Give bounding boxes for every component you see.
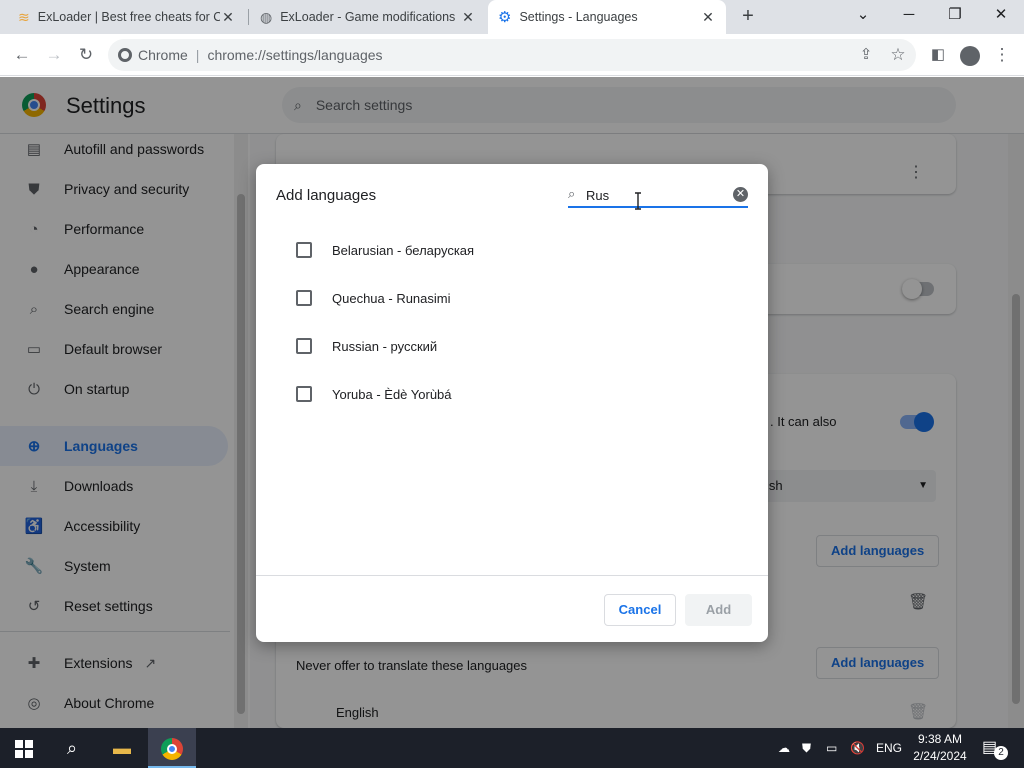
- file-explorer-icon[interactable]: ▬: [98, 728, 146, 768]
- notification-count-badge: 2: [994, 746, 1008, 760]
- language-option[interactable]: Quechua - Runasimi: [296, 286, 451, 310]
- tab-separator: [248, 9, 249, 25]
- language-option[interactable]: Belarusian - беларуская: [296, 238, 474, 262]
- tab-search-chevron-icon[interactable]: ⌄: [840, 0, 886, 30]
- language-option-label: Russian - русский: [332, 338, 438, 354]
- language-option-label: Belarusian - беларуская: [332, 242, 475, 258]
- side-panel-icon[interactable]: ◧: [924, 41, 952, 69]
- tab-title: ExLoader - Game modifications: [280, 10, 456, 24]
- reload-icon[interactable]: ↻: [72, 41, 100, 69]
- language-checkbox[interactable]: [296, 386, 312, 402]
- close-tab-icon[interactable]: ✕: [460, 9, 476, 26]
- windows-logo-icon: [15, 740, 33, 759]
- language-search-field: ⌕ ✕: [568, 184, 748, 208]
- text-cursor-icon: [635, 192, 641, 210]
- exloader-favicon-icon: ≋: [18, 8, 30, 25]
- display-icon[interactable]: ▭: [826, 728, 837, 768]
- language-checkbox[interactable]: [296, 338, 312, 354]
- share-icon[interactable]: ⇪: [852, 41, 880, 69]
- omnibox-url: chrome://settings/languages: [207, 47, 383, 63]
- taskbar-chrome-icon[interactable]: [148, 728, 196, 768]
- more-menu-icon[interactable]: ⋮: [988, 41, 1016, 69]
- dialog-title: Add languages: [276, 187, 377, 204]
- omnibox-divider: |: [195, 47, 200, 63]
- language-option[interactable]: Yoruba - Èdè Yorùbá: [296, 382, 452, 406]
- security-shield-icon[interactable]: ⛊: [802, 728, 811, 768]
- tab-exloader-cheats[interactable]: ≋ ExLoader | Best free cheats for CS ✕: [8, 0, 246, 34]
- input-language-indicator[interactable]: ENG: [876, 728, 902, 768]
- search-icon: ⌕: [568, 186, 576, 201]
- dialog-divider: [256, 575, 768, 576]
- new-tab-icon[interactable]: +: [736, 4, 760, 28]
- chrome-secure-icon: [118, 48, 132, 62]
- language-option-label: Yoruba - Èdè Yorùbá: [332, 386, 452, 402]
- tab-title: ExLoader | Best free cheats for CS: [37, 10, 220, 24]
- profile-avatar-icon[interactable]: [956, 41, 984, 69]
- minimize-icon[interactable]: ─: [886, 0, 932, 30]
- address-bar[interactable]: Chrome | chrome://settings/languages: [108, 39, 916, 71]
- tab-exloader-mods[interactable]: ◍ ExLoader - Game modifications ✕: [250, 0, 486, 34]
- language-option-label: Quechua - Runasimi: [332, 290, 451, 306]
- close-tab-icon[interactable]: ✕: [700, 9, 716, 26]
- forward-arrow-icon[interactable]: →: [40, 41, 68, 69]
- cancel-button[interactable]: Cancel: [604, 594, 676, 626]
- volume-muted-icon[interactable]: 🔇: [850, 728, 865, 768]
- close-tab-icon[interactable]: ✕: [220, 9, 236, 26]
- clock-date: 2/24/2024: [913, 749, 967, 763]
- omnibox-site-label: Chrome: [138, 47, 188, 63]
- taskbar-search-icon[interactable]: ⌕: [48, 728, 96, 768]
- add-languages-dialog: Add languages ⌕ ✕ Belarusian - беларуска…: [256, 164, 768, 642]
- language-checkbox[interactable]: [296, 242, 312, 258]
- add-button[interactable]: Add: [685, 594, 752, 626]
- back-arrow-icon[interactable]: ←: [8, 41, 36, 69]
- taskbar-clock[interactable]: 9:38 AM 2/24/2024: [906, 731, 974, 765]
- globe-favicon-icon: ◍: [260, 8, 273, 25]
- browser-toolbar: ← → ↻ Chrome | chrome://settings/languag…: [0, 34, 1024, 76]
- tab-settings-languages[interactable]: ⚙ Settings - Languages ✕: [488, 0, 726, 34]
- tab-title: Settings - Languages: [519, 10, 638, 24]
- restore-icon[interactable]: ❐: [932, 0, 978, 30]
- windows-start-icon[interactable]: [0, 728, 48, 768]
- language-search-input[interactable]: [586, 185, 726, 205]
- clear-search-icon[interactable]: ✕: [733, 187, 748, 202]
- clock-time: 9:38 AM: [917, 732, 963, 746]
- windows-taskbar: ⌕ ▬ ☁ ⛊ ▭ 🔇 ENG 9:38 AM 2/24/2024 ▤ 2: [0, 728, 1024, 768]
- close-window-icon[interactable]: ✕: [978, 0, 1024, 30]
- bookmark-star-icon[interactable]: ☆: [884, 41, 912, 69]
- network-off-icon[interactable]: ☁: [778, 728, 790, 768]
- language-checkbox[interactable]: [296, 290, 312, 306]
- tab-strip: ≋ ExLoader | Best free cheats for CS ✕ ◍…: [0, 0, 1024, 34]
- settings-gear-favicon-icon: ⚙: [498, 9, 512, 26]
- language-option[interactable]: Russian - русский: [296, 334, 437, 358]
